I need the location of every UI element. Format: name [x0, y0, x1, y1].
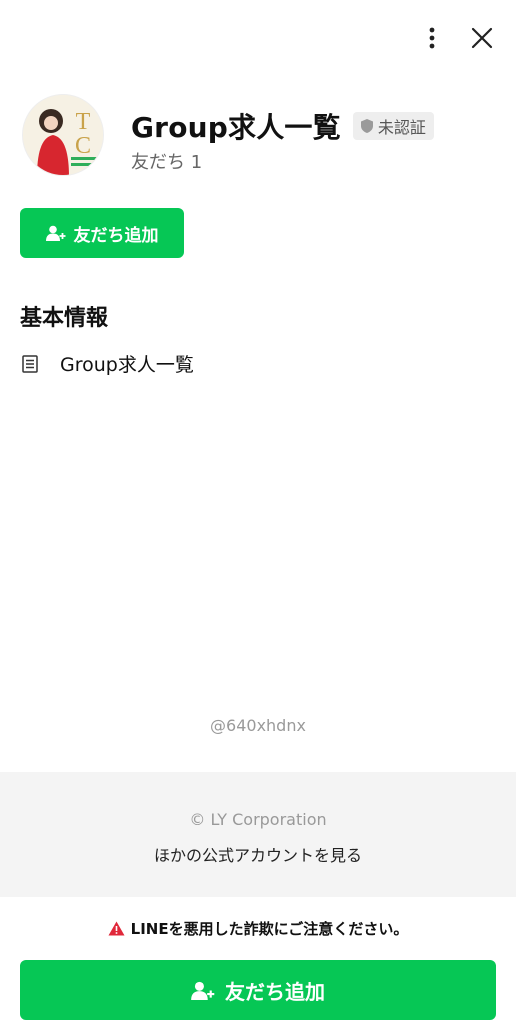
basic-info-row: Group求人一覧 — [22, 350, 194, 377]
svg-text:T: T — [76, 109, 91, 135]
basic-info-text: Group求人一覧 — [60, 354, 194, 376]
name-row: Group求人一覧 未認証 — [131, 106, 434, 146]
shield-icon — [360, 119, 373, 133]
fraud-warning: LINEを悪用した詐欺にご注意ください。 — [0, 918, 516, 939]
fraud-warning-text: LINEを悪用した詐欺にご注意ください。 — [130, 920, 409, 938]
profile-header: T C Group求人一覧 未認証 友だち 1 — [20, 94, 496, 184]
top-bar — [418, 20, 496, 56]
footer-section: © LY Corporation ほかの公式アカウントを見る — [0, 772, 516, 897]
account-id: @640xhdnx — [210, 716, 306, 735]
svg-text:C: C — [75, 133, 91, 159]
line-official-account-profile: T C Group求人一覧 未認証 友だち 1 友だち追加 基本情報 Group… — [0, 0, 516, 1024]
close-icon[interactable] — [468, 20, 496, 56]
more-options-icon[interactable] — [418, 20, 446, 56]
add-friend-label: 友だち追加 — [225, 979, 325, 1004]
avatar: T C — [22, 94, 104, 176]
account-name: Group求人一覧 — [131, 111, 341, 144]
add-friend-button-top[interactable]: 友だち追加 — [20, 208, 184, 258]
verification-badge: 未認証 — [352, 112, 434, 140]
add-friend-icon — [191, 981, 215, 1000]
copyright-text: © LY Corporation — [189, 810, 327, 829]
add-friend-icon — [45, 225, 65, 241]
document-icon — [22, 354, 38, 373]
add-friend-button-bottom[interactable]: 友だち追加 — [20, 960, 496, 1020]
basic-info-title: 基本情報 — [20, 306, 109, 331]
warning-icon — [108, 921, 125, 936]
friends-count: 友だち 1 — [131, 152, 203, 173]
other-accounts-link[interactable]: ほかの公式アカウントを見る — [0, 842, 516, 866]
add-friend-label: 友だち追加 — [73, 225, 159, 246]
verification-badge-label: 未認証 — [377, 118, 426, 137]
